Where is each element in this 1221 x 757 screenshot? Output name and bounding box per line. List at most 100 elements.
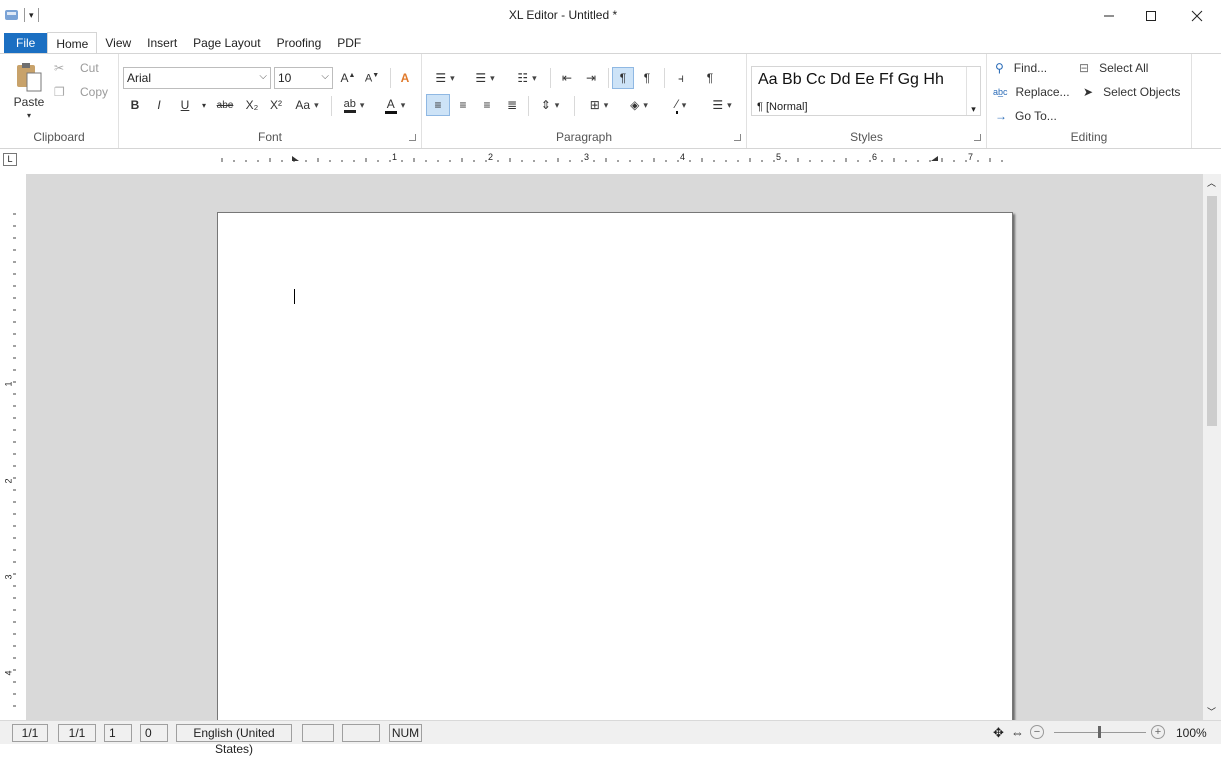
font-dialog-launcher-icon[interactable] [409,134,416,141]
styles-dialog-launcher-icon[interactable] [974,134,981,141]
zoom-slider[interactable] [1054,726,1146,738]
tab-file[interactable]: File [4,33,48,53]
subscript-button[interactable]: X₂ [241,95,263,115]
style-preview-text: Aa Bb Cc Dd Ee Ff Gg Hh [758,71,944,88]
bold-button[interactable]: B [125,95,145,115]
fit-width-icon[interactable]: ⇔ [1011,725,1024,740]
increase-indent-button[interactable]: ⇥ [580,68,602,88]
tab-pdf[interactable]: PDF [329,32,369,54]
fit-page-icon[interactable]: ✥ [993,725,1004,741]
document-workspace[interactable] [26,174,1203,720]
status-empty-2 [342,724,380,742]
highlighter-icon: ab [343,98,356,113]
change-case-button[interactable]: Aa [289,95,325,115]
horizontal-ruler[interactable]: L 1 2 3 4 5 6 7 [0,150,1221,174]
pointer-icon: ➤ [1083,85,1094,99]
font-name-value: Arial [127,71,152,85]
numbering-button[interactable]: ☰ [468,68,502,88]
status-page: 1/1 [12,724,48,742]
styles-gallery-scroll-icon[interactable]: ▾ [966,67,980,115]
close-button[interactable] [1174,0,1220,31]
find-label: Find... [1013,61,1048,75]
vruler-mark: 2 [3,478,14,484]
change-case-label: Aa [295,98,311,112]
status-language[interactable]: English (United States) [176,724,292,756]
font-name-select[interactable]: Arial ⌵ [123,67,271,89]
minimize-button[interactable] [1086,0,1132,31]
sort-icon: ⫞ [677,70,684,85]
borders-button[interactable]: ⊞ [582,95,616,115]
underline-dropdown-icon[interactable]: ▾ [198,95,210,115]
tab-page-layout[interactable]: Page Layout [185,32,268,54]
paint-bucket-icon: ◈ [630,98,640,112]
grow-font-button[interactable]: A▲ [337,68,359,88]
superscript-button[interactable]: X² [265,95,287,115]
decrease-indent-button[interactable]: ⇤ [556,68,578,88]
separator [574,96,575,116]
tab-insert[interactable]: Insert [139,32,185,54]
show-hide-marks-button[interactable]: ¶ [699,68,721,88]
tab-proofing[interactable]: Proofing [269,32,330,54]
zoom-in-icon[interactable]: + [1151,725,1165,739]
multilevel-list-button[interactable]: ☷ [510,68,544,88]
strikethrough-button[interactable]: abe [214,95,236,115]
highlight-color-button[interactable]: ab [337,95,371,115]
line-spacing-button[interactable]: ⇕ [533,95,567,115]
justify-button[interactable]: ≣ [501,95,523,115]
font-group: Arial ⌵ 10 ⌵ A▲ A▼ A B I U ▾ abe X₂ X² A… [119,54,422,148]
align-center-button[interactable]: ≡ [452,95,474,115]
cut-label: Cut [80,61,99,75]
copy-button[interactable]: ❐ Copy [54,83,108,101]
pen-icon: ⁄ [675,97,678,114]
select-objects-button[interactable]: ➤ Select Objects [1083,83,1180,101]
zoom-level[interactable]: 100% [1176,726,1207,740]
scroll-up-icon[interactable]: ︿ [1207,176,1216,189]
right-to-left-button[interactable]: ¶ [636,68,658,88]
ruler-mark: 5 [776,152,782,162]
align-right-button[interactable]: ≡ [476,95,498,115]
select-all-button[interactable]: ⊟ Select All [1079,59,1148,77]
document-page[interactable] [217,212,1013,720]
vertical-ruler[interactable]: 1 2 3 4 [0,174,26,720]
shrink-font-button[interactable]: A▼ [361,68,383,88]
styles-gallery[interactable]: Aa Bb Cc Dd Ee Ff Gg Hh ¶ [Normal] ▾ [751,66,981,116]
align-left-button[interactable]: ≡ [426,94,450,116]
status-empty-1 [302,724,334,742]
replace-button[interactable]: ab̲c Replace... [993,83,1070,101]
status-column: 0 [140,724,168,742]
border-color-button[interactable]: ⁄ [664,95,698,115]
editing-group-label: Editing [1070,130,1108,144]
maximize-button[interactable] [1128,0,1174,31]
cut-button[interactable]: ✂ Cut [54,59,99,77]
vruler-mark: 4 [3,670,14,676]
goto-button[interactable]: → Go To... [995,107,1057,125]
zoom-out-icon[interactable]: − [1030,725,1044,739]
italic-button[interactable]: I [149,95,169,115]
clear-formatting-button[interactable]: A [394,68,416,88]
scroll-down-icon[interactable]: ﹀ [1207,705,1216,718]
status-section: 1/1 [58,724,96,742]
underline-button[interactable]: U [175,95,195,115]
bullets-button[interactable]: ☰ [428,68,462,88]
window-title: XL Editor - Untitled * [508,8,618,22]
styles-group: Aa Bb Cc Dd Ee Ff Gg Hh ¶ [Normal] ▾ Sty… [747,54,987,148]
zoom-slider-thumb[interactable] [1098,726,1101,738]
border-style-button[interactable]: ☰ [705,95,739,115]
paste-button[interactable]: Paste ▾ [8,58,50,122]
shading-button[interactable]: ◈ [622,95,656,115]
paragraph-dialog-launcher-icon[interactable] [734,134,741,141]
sort-button[interactable]: ⫞ [670,68,692,88]
copy-label: Copy [80,85,109,99]
font-size-select[interactable]: 10 ⌵ [274,67,333,89]
select-all-label: Select All [1099,61,1149,75]
scrollbar-thumb[interactable] [1207,196,1217,426]
tab-view[interactable]: View [97,32,139,54]
vertical-scrollbar[interactable]: ︿ ﹀ [1203,174,1221,720]
ruler-mark: 1 [392,152,398,162]
tab-home[interactable]: Home [47,32,98,55]
ruler-mark: 6 [872,152,878,162]
find-button[interactable]: ⚲ Find... [995,59,1047,77]
left-to-right-button[interactable]: ¶ [612,67,634,89]
separator [331,96,332,116]
font-color-button[interactable]: A [378,95,412,115]
